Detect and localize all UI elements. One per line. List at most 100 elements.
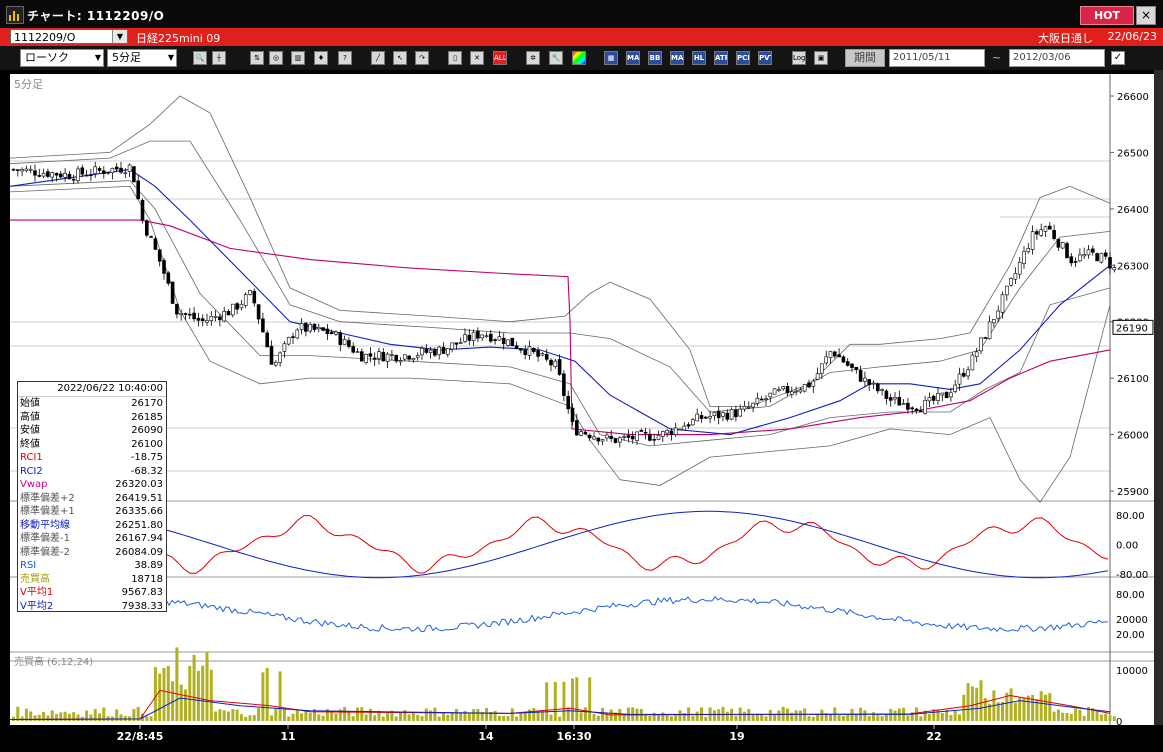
search-chart-icon[interactable]: ◎ [269,51,283,65]
volume-bar [214,711,218,721]
volume-profile-icon[interactable]: ▦ [604,51,618,65]
candle-body [476,330,480,339]
volume-bar [196,670,200,721]
volume-bar [1044,694,1047,721]
export-icon[interactable]: ▣ [814,51,828,65]
symbol-select[interactable]: 1112209/O ▼ [10,29,128,44]
volume-bar [837,715,841,721]
line-draw-icon[interactable]: ╱ [371,51,385,65]
redo-icon[interactable]: ↷ [415,51,429,65]
candle-body [944,391,949,399]
info-icon[interactable]: ? [338,51,352,65]
volume-bar [592,713,596,721]
candle-body [656,434,661,440]
candle-body [226,310,231,316]
start-date-value: 2011/05/11 [893,52,951,63]
ma-icon[interactable]: MA [626,51,640,65]
volume-bar [188,665,192,721]
candle-body [398,360,403,363]
pvt-icon[interactable]: PVT [758,51,772,65]
candle-delete-icon[interactable]: ✕ [470,51,484,65]
candle-compare-icon[interactable]: ♦ [314,51,328,65]
candle-body [136,180,140,200]
volume-bar [360,707,364,721]
readout-row: 標準偏差+2 26419.51 [18,492,166,506]
candle-body [884,390,889,399]
candle-body [428,349,433,354]
volume-bar [394,716,398,721]
volume-bar [162,667,166,721]
candle-body [678,428,682,431]
candle-body [906,402,910,410]
volume-bar [515,716,519,721]
hl-icon[interactable]: HL [692,51,706,65]
pcn-icon[interactable]: PCN [736,51,750,65]
period-button[interactable]: 期間 [845,49,885,67]
zoom-icon[interactable]: 🔍 [193,51,207,65]
atr-icon[interactable]: ATR [714,51,728,65]
candle-body [170,281,175,304]
vertical-scrollbar[interactable] [1154,70,1163,749]
candle-body [480,334,485,339]
interval-select[interactable]: 5分足 ▼ [107,49,177,67]
end-date-field[interactable]: 2012/03/06 [1009,49,1105,67]
bar-compare-icon[interactable]: ▥ [291,51,305,65]
candle-body [626,435,631,438]
scale-icon[interactable]: ⇅ [250,51,264,65]
start-date-field[interactable]: 2011/05/11 [889,49,985,67]
volume-bar [454,708,458,721]
volume-bar [622,715,626,721]
all-icon[interactable]: ALL [493,51,507,65]
chart-area[interactable]: 5分足 売買高 (6,12,24) 26600 26500 26400 26300 26… [9,74,1154,737]
candle-icon[interactable]: ▯ [448,51,462,65]
hot-button[interactable]: HOT [1080,6,1134,25]
close-button[interactable]: × [1136,6,1156,25]
volume-bar [545,682,549,721]
candle-body [205,320,209,323]
readout-value: 26090 [131,425,163,436]
readout-value: 18718 [131,573,163,585]
volume-bar [893,710,897,721]
chart-app-icon [6,6,24,24]
volume-bar [661,712,665,721]
candle-body [471,331,476,341]
candle-body [510,337,515,347]
candle-body [372,357,377,360]
mae-icon[interactable]: MAE [670,51,684,65]
chevron-down-icon[interactable]: ▼ [112,30,127,43]
volume-bar [274,708,278,721]
apply-checkbox[interactable]: ✓ [1111,51,1125,65]
volume-bar [919,716,923,721]
volume-bar [347,712,351,721]
chart-canvas[interactable]: 5分足 売買高 (6,12,24) 26600 26500 26400 26300 26… [9,74,1154,737]
candle-body [777,389,781,391]
candle-body [596,437,601,442]
date-range-separator: ~ [992,51,1002,64]
volume-bar [596,715,600,721]
candle-body [385,353,390,362]
volume-tick-label: 10000 [1116,666,1148,677]
candle-body [407,355,411,360]
readout-label: Vwap [20,479,48,490]
crosshair-icon[interactable]: ┼ [212,51,226,65]
volume-bar [287,716,291,721]
volume-bar [962,694,966,721]
candle-body [566,396,571,410]
candle-body [1099,253,1104,263]
color-icon[interactable] [572,51,586,65]
log-icon[interactable]: Log [792,51,806,65]
bb-icon[interactable]: BB [648,51,662,65]
chart-type-select[interactable]: ローソク ▼ [20,49,104,67]
cursor-icon[interactable]: ↖ [393,51,407,65]
volume-bar [295,709,299,721]
readout-label: 終値 [20,438,40,450]
readout-label: 標準偏差-1 [20,533,70,544]
candle-body [897,397,902,406]
candle-body [467,334,472,341]
candle-body [1103,252,1108,257]
wrench-icon[interactable]: 🔧 [549,51,563,65]
volume-bar [953,710,957,721]
settings-icon[interactable]: ✲ [526,51,540,65]
candle-body [527,346,532,356]
candle-body [80,167,85,175]
